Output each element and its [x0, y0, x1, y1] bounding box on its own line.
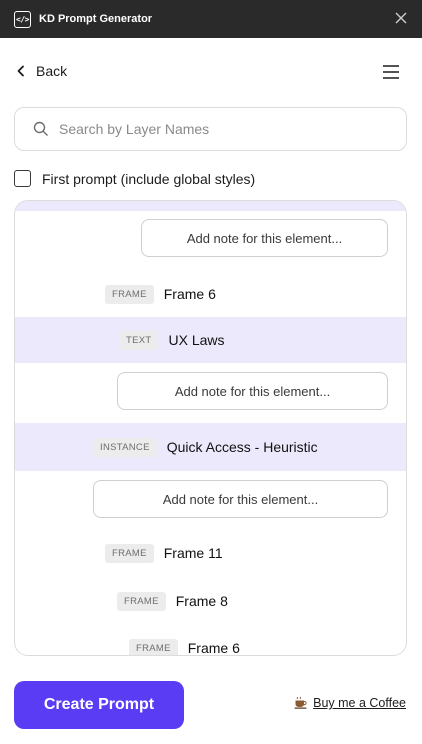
- layer-row[interactable]: TEXT UX Laws: [15, 317, 406, 363]
- title-bar: </> KD Prompt Generator: [0, 0, 422, 38]
- layer-name: Frame 6: [163, 286, 216, 302]
- buy-coffee-link[interactable]: Buy me a Coffee: [294, 696, 406, 710]
- layer-name: Quick Access - Heuristic: [166, 439, 318, 455]
- layer-list[interactable]: Add note for this element... FRAME Frame…: [14, 200, 407, 656]
- buy-coffee-label: Buy me a Coffee: [313, 696, 406, 710]
- layer-name: Frame 11: [163, 545, 223, 561]
- layer-type-badge: FRAME: [105, 284, 154, 304]
- window-title: KD Prompt Generator: [39, 13, 153, 25]
- top-nav: Back: [0, 58, 422, 88]
- search-input[interactable]: [59, 121, 359, 137]
- layer-row[interactable]: FRAME Frame 8: [15, 578, 406, 624]
- layer-row[interactable]: FRAME Frame 6: [15, 271, 406, 317]
- note-input[interactable]: Add note for this element...: [141, 219, 388, 257]
- layer-name: UX Laws: [168, 332, 225, 348]
- first-prompt-label: First prompt (include global styles): [42, 170, 256, 187]
- layer-type-badge: INSTANCE: [93, 437, 157, 457]
- layer-row[interactable]: INSTANCE Quick Access - Heuristic: [15, 423, 406, 471]
- layer-row[interactable]: FRAME Frame 6: [15, 625, 406, 656]
- layer-row-partial: [15, 201, 406, 211]
- chevron-left-icon: [17, 65, 24, 77]
- layer-name: Frame 8: [175, 593, 228, 609]
- search-icon: [33, 121, 48, 136]
- back-label: Back: [36, 63, 68, 79]
- layer-type-badge: FRAME: [105, 543, 154, 563]
- back-button[interactable]: Back: [16, 63, 67, 79]
- first-prompt-option[interactable]: First prompt (include global styles): [14, 170, 255, 187]
- first-prompt-checkbox[interactable]: [14, 170, 31, 187]
- layer-type-badge: TEXT: [119, 330, 159, 350]
- menu-icon[interactable]: [382, 64, 400, 80]
- code-icon: </>: [14, 10, 31, 28]
- layer-type-badge: FRAME: [129, 638, 178, 655]
- coffee-icon: [294, 697, 307, 709]
- close-icon[interactable]: [392, 9, 410, 27]
- create-prompt-button[interactable]: Create Prompt: [14, 681, 184, 729]
- layer-row[interactable]: FRAME Frame 11: [15, 530, 406, 576]
- layer-name: Frame 6: [187, 640, 240, 656]
- note-input[interactable]: Add note for this element...: [117, 372, 388, 410]
- note-input[interactable]: Add note for this element...: [93, 480, 388, 518]
- layer-type-badge: FRAME: [117, 591, 166, 611]
- search-field[interactable]: [14, 107, 407, 151]
